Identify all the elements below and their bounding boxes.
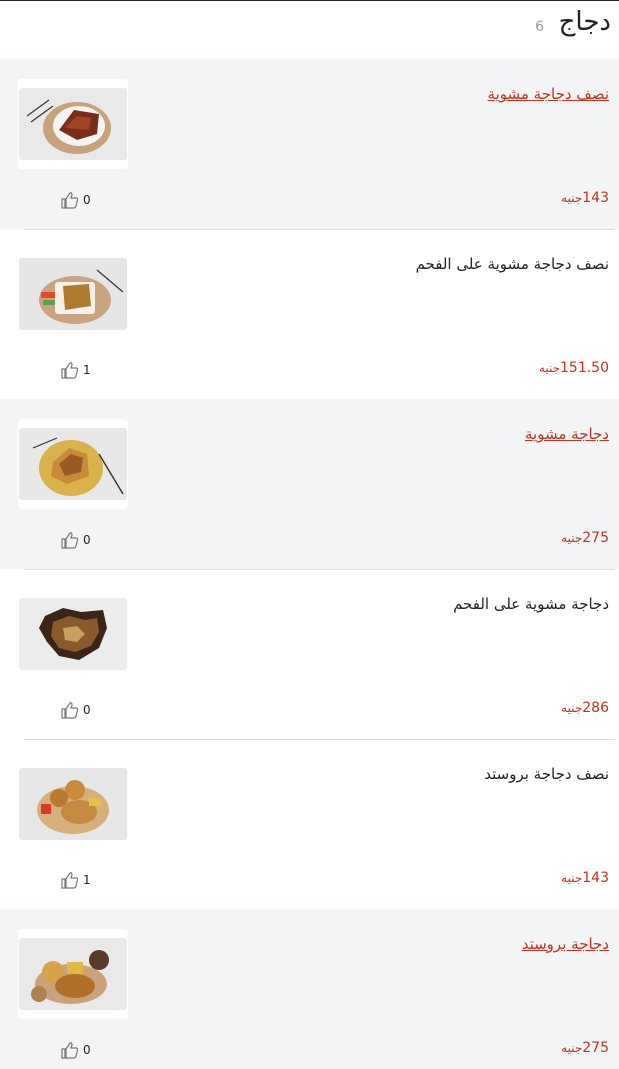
menu-item[interactable]: دجاجة مشوية 275جنيه 0 [0, 399, 619, 569]
half-broasted-chicken-photo[interactable] [18, 759, 128, 849]
item-price: 151.50جنيه [538, 360, 609, 376]
like-button[interactable]: 0 [60, 191, 91, 209]
item-name[interactable]: نصف دجاجة بروستد [484, 765, 609, 783]
item-price: 143جنيه [561, 190, 609, 206]
menu-item[interactable]: دجاجة بروستد 275جنيه 0 [0, 909, 619, 1069]
item-price: 143جنيه [561, 870, 609, 886]
thumbs-up-icon [61, 532, 79, 549]
item-name[interactable]: دجاجة مشوية على الفحم [453, 595, 609, 613]
like-count: 0 [83, 1043, 91, 1057]
thumbs-up-icon [61, 192, 79, 209]
broasted-chicken-image [19, 938, 127, 1010]
like-count: 0 [83, 533, 91, 547]
like-count: 0 [83, 703, 91, 717]
item-name[interactable]: دجاجة مشوية [525, 425, 609, 443]
item-name[interactable]: دجاجة بروستد [522, 935, 609, 953]
like-count: 1 [83, 363, 91, 377]
like-button[interactable]: 0 [60, 701, 91, 719]
menu-item-list: نصف دجاجة مشوية 143جنيه 0 نصف دجاجة مشوي… [0, 59, 619, 1069]
item-price: 286جنيه [561, 700, 609, 716]
category-header: دجاج 6 [0, 1, 619, 59]
like-button[interactable]: 1 [60, 871, 91, 889]
thumbs-up-icon [61, 362, 79, 379]
menu-item[interactable]: نصف دجاجة مشوية على الفحم 151.50جنيه 1 [0, 229, 619, 399]
menu-item[interactable]: دجاجة مشوية على الفحم 286جنيه 0 [0, 569, 619, 739]
half-grilled-chicken-photo[interactable] [18, 79, 128, 169]
category-title: دجاج [558, 7, 611, 37]
thumbs-up-icon [61, 872, 79, 889]
charcoal-chicken-photo[interactable] [18, 589, 128, 679]
menu-item[interactable]: نصف دجاجة مشوية 143جنيه 0 [0, 59, 619, 229]
like-button[interactable]: 0 [60, 531, 91, 549]
like-count: 1 [83, 873, 91, 887]
broasted-chicken-photo[interactable] [18, 929, 128, 1019]
like-count: 0 [83, 193, 91, 207]
thumbs-up-icon [61, 1042, 79, 1059]
menu-item[interactable]: نصف دجاجة بروستد 143جنيه 1 [0, 739, 619, 909]
half-charcoal-chicken-photo[interactable] [18, 249, 128, 339]
item-price: 275جنيه [561, 530, 609, 546]
half-grilled-chicken-image [19, 88, 127, 160]
charcoal-chicken-image [19, 598, 127, 670]
grilled-chicken-photo[interactable] [18, 419, 128, 509]
item-divider [24, 229, 615, 230]
category-count: 6 [535, 19, 544, 35]
item-name[interactable]: نصف دجاجة مشوية على الفحم [416, 255, 609, 273]
item-price: 275جنيه [561, 1040, 609, 1056]
half-charcoal-chicken-image [19, 258, 127, 330]
like-button[interactable]: 0 [60, 1041, 91, 1059]
half-broasted-chicken-image [19, 768, 127, 840]
thumbs-up-icon [61, 702, 79, 719]
item-divider [24, 739, 615, 740]
item-divider [24, 569, 615, 570]
like-button[interactable]: 1 [60, 361, 91, 379]
grilled-chicken-image [19, 428, 127, 500]
item-name[interactable]: نصف دجاجة مشوية [488, 85, 609, 103]
